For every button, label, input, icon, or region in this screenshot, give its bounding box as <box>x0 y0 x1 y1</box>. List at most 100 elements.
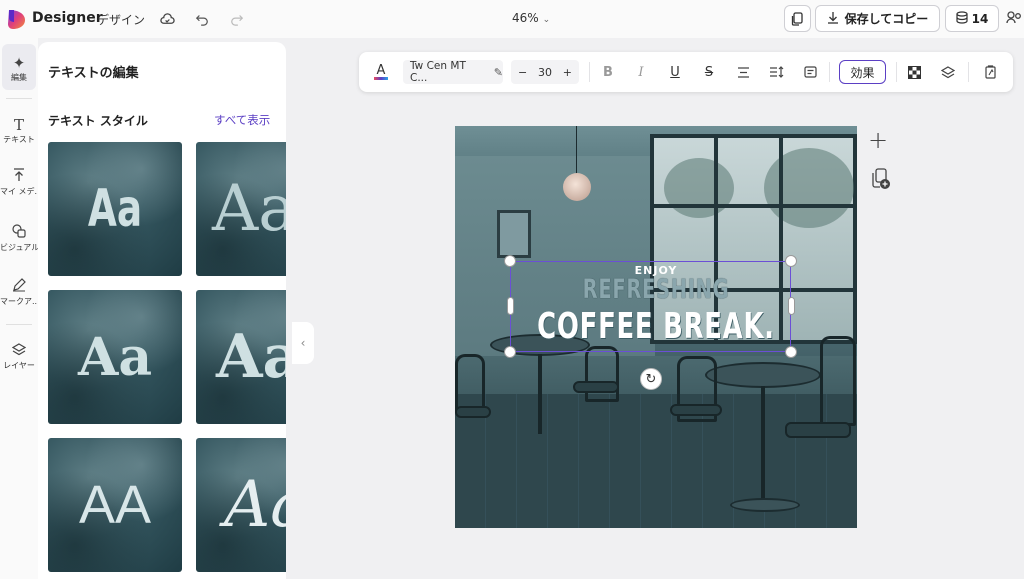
rail-label: マークア... <box>0 297 38 306</box>
rail-item-markup[interactable]: マークア... <box>0 278 38 307</box>
text-toolbar: A Tw Cen MT C... ✎ − 30 + B I U S 効果 <box>359 52 1013 92</box>
effects-button[interactable]: 効果 <box>839 60 886 84</box>
resize-handle-top-left[interactable] <box>504 255 516 267</box>
font-color-button[interactable]: A <box>371 60 391 84</box>
chevron-left-icon: ‹ <box>300 336 306 350</box>
format-painter-icon[interactable] <box>979 60 1001 84</box>
tree-shape <box>764 148 854 228</box>
layers-icon <box>0 342 38 360</box>
rail-label: テキスト <box>3 135 35 144</box>
cafe-chair <box>585 346 619 402</box>
table-leg <box>538 354 542 434</box>
collapse-panel-button[interactable]: ‹ <box>292 322 314 364</box>
text-selection-box[interactable] <box>510 261 791 352</box>
resize-handle-bottom-left[interactable] <box>504 346 516 358</box>
text-style-tile[interactable]: Aa <box>196 438 286 572</box>
pen-icon <box>0 278 38 296</box>
underline-button[interactable]: U <box>664 60 686 84</box>
chevron-down-icon: ⌄ <box>542 15 551 25</box>
rail-item-layers[interactable]: レイヤー <box>0 342 38 371</box>
text-style-tile[interactable]: Aa <box>196 290 286 424</box>
redo-icon[interactable] <box>226 8 248 30</box>
panel-title: テキストの編集 <box>48 66 139 81</box>
toolbar-divider <box>968 62 969 82</box>
text-style-tile[interactable]: AA <box>48 438 182 572</box>
text-edit-panel: テキストの編集 テキスト スタイル すべて表示 Aa Aa Aa Aa AA A… <box>38 42 286 579</box>
strikethrough-button[interactable]: S <box>698 60 720 84</box>
cafe-chair <box>820 336 856 426</box>
transparency-icon[interactable] <box>903 60 925 84</box>
resize-handle-bottom-right[interactable] <box>785 346 797 358</box>
cafe-chair <box>455 354 485 414</box>
undo-icon[interactable] <box>191 8 213 30</box>
cloud-sync-icon[interactable] <box>156 8 178 30</box>
text-style-heading: テキスト スタイル <box>48 114 148 128</box>
align-center-icon[interactable] <box>732 60 754 84</box>
style-sample: Aa <box>212 172 286 246</box>
font-family-selector[interactable]: Tw Cen MT C... ✎ <box>403 60 503 84</box>
cafe-table <box>705 362 821 388</box>
font-name: Tw Cen MT C... <box>410 60 466 84</box>
text-style-tile[interactable]: Aa <box>48 290 182 424</box>
font-size-value[interactable]: 30 <box>538 66 552 79</box>
add-page-icon[interactable]: + <box>868 126 888 154</box>
text-style-tile[interactable]: Aa <box>48 142 182 276</box>
resize-handle-right[interactable] <box>788 297 795 315</box>
table-leg <box>761 386 765 504</box>
save-button-label: 保存してコピー <box>844 12 929 26</box>
chair-seat <box>573 381 619 393</box>
decrease-size-button[interactable]: − <box>518 66 527 79</box>
coins-icon <box>956 10 968 27</box>
upload-icon <box>0 168 38 186</box>
style-sample: Aa <box>87 179 143 239</box>
text-style-tile[interactable]: Aa <box>196 142 286 276</box>
tree-shape <box>664 158 734 218</box>
chair-seat <box>670 404 722 416</box>
chair-seat <box>785 422 851 438</box>
chair-seat <box>455 406 491 418</box>
style-sample: Aa <box>216 322 286 392</box>
visual-icon <box>0 224 38 242</box>
rail-label: レイヤー <box>3 361 35 370</box>
designer-logo-icon <box>8 10 25 29</box>
style-sample: AA <box>78 475 152 535</box>
zoom-value: 46% <box>512 11 539 25</box>
text-box-icon[interactable] <box>799 60 821 84</box>
layer-order-icon[interactable] <box>937 60 959 84</box>
download-icon <box>827 11 839 27</box>
rotate-handle-icon[interactable]: ↻ <box>640 368 662 390</box>
rail-label: ビジュアル <box>0 243 38 252</box>
pendant-lamp <box>563 173 591 201</box>
share-icon[interactable] <box>1006 10 1022 28</box>
increase-size-button[interactable]: + <box>563 66 572 79</box>
resize-handle-top-right[interactable] <box>785 255 797 267</box>
duplicate-page-icon[interactable] <box>871 168 891 194</box>
save-and-copy-button[interactable]: 保存してコピー <box>815 5 940 32</box>
rail-item-edit[interactable]: ✦ 編集 <box>2 44 36 90</box>
font-color-glyph: A <box>376 63 386 78</box>
copy-button[interactable] <box>784 5 811 32</box>
line-spacing-icon[interactable] <box>765 60 787 84</box>
style-sample: Aa <box>77 326 153 388</box>
rail-label: 編集 <box>11 73 27 82</box>
rail-item-visual[interactable]: ビジュアル <box>0 224 38 253</box>
color-swatch-bar <box>374 77 388 80</box>
wall-picture-frame <box>497 210 531 258</box>
toolbar-divider <box>829 62 830 82</box>
zoom-selector[interactable]: 46% ⌄ <box>512 11 550 25</box>
resize-handle-left[interactable] <box>507 297 514 315</box>
italic-button[interactable]: I <box>630 60 652 84</box>
rail-item-my-media[interactable]: マイ メデ... <box>0 168 38 197</box>
rail-item-text[interactable]: T テキスト <box>0 116 38 145</box>
text-icon: T <box>13 116 24 134</box>
top-bar: Designer デザイン 46% ⌄ 保存してコピー 14 <box>0 0 1024 38</box>
design-label[interactable]: デザイン <box>97 11 145 28</box>
font-size-stepper[interactable]: − 30 + <box>511 60 579 84</box>
window-mullion <box>654 204 853 208</box>
credits-count: 14 <box>971 11 989 26</box>
rail-divider <box>6 324 32 325</box>
credits-button[interactable]: 14 <box>945 5 999 32</box>
copy-icon <box>791 11 803 26</box>
see-all-link[interactable]: すべて表示 <box>214 112 270 128</box>
bold-button[interactable]: B <box>597 60 619 84</box>
